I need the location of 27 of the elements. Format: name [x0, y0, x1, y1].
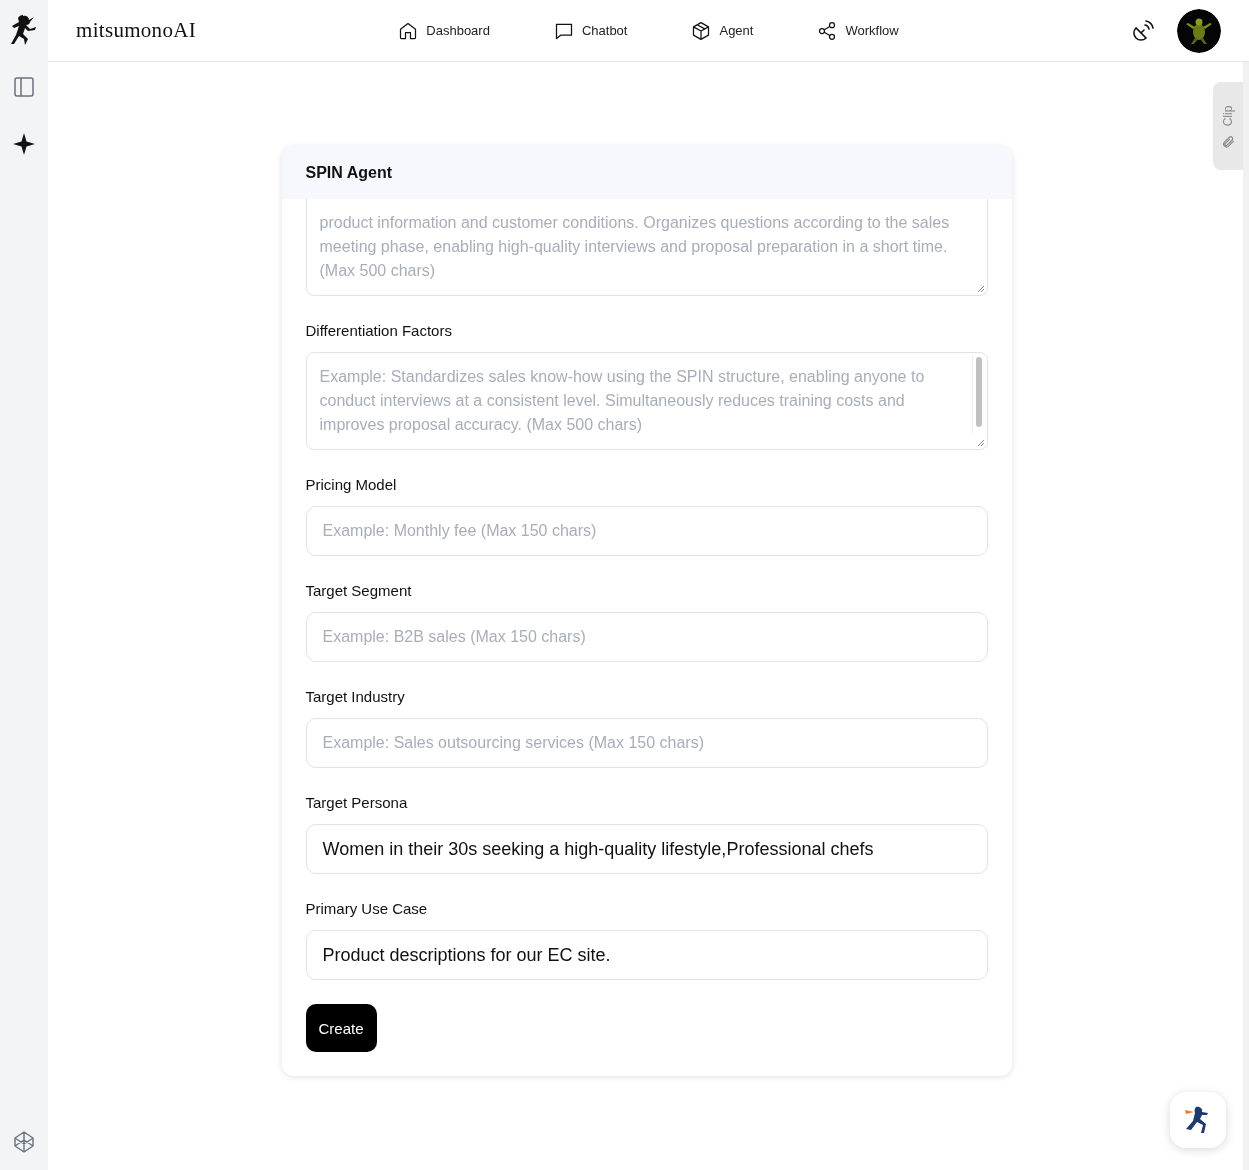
- nav-link[interactable]: Workflow: [817, 20, 899, 41]
- home-icon: [398, 20, 419, 41]
- card-title: SPIN Agent: [305, 163, 393, 182]
- assistant-button[interactable]: [1170, 1092, 1226, 1148]
- nav-link[interactable]: Chatbot: [553, 20, 628, 41]
- sidebar-toggle-icon[interactable]: [13, 76, 35, 98]
- text-field[interactable]: Product descriptions for our EC site.: [305, 930, 988, 980]
- field-label: Pricing Model: [305, 475, 398, 495]
- text-field[interactable]: Women in their 30s seeking a high-quality lifestyle,Professional chefs: [305, 824, 988, 874]
- resize-grip-icon[interactable]: [976, 439, 985, 447]
- nav-link[interactable]: Agent: [691, 20, 754, 41]
- paperclip-icon: [1221, 135, 1235, 149]
- sparkle-icon[interactable]: [12, 132, 36, 156]
- satellite-dish-icon[interactable]: [1131, 18, 1155, 43]
- field-label: Target Segment: [305, 581, 413, 601]
- field-label: Target Industry: [305, 687, 406, 707]
- resize-grip-icon[interactable]: [976, 285, 985, 293]
- brand-name: mitsumonoAI: [76, 18, 197, 43]
- nav-link[interactable]: Dashboard: [398, 20, 490, 41]
- field-label: Target Persona: [305, 793, 409, 813]
- field-label: Differentiation Factors: [305, 321, 453, 341]
- field-label: Primary Use Case: [305, 899, 429, 919]
- share-icon: [817, 20, 838, 41]
- cube-icon: [691, 20, 712, 41]
- scrollbar-thumb[interactable]: [975, 357, 982, 427]
- cube-icon[interactable]: [12, 1130, 36, 1154]
- create-button[interactable]: Create: [305, 1004, 377, 1052]
